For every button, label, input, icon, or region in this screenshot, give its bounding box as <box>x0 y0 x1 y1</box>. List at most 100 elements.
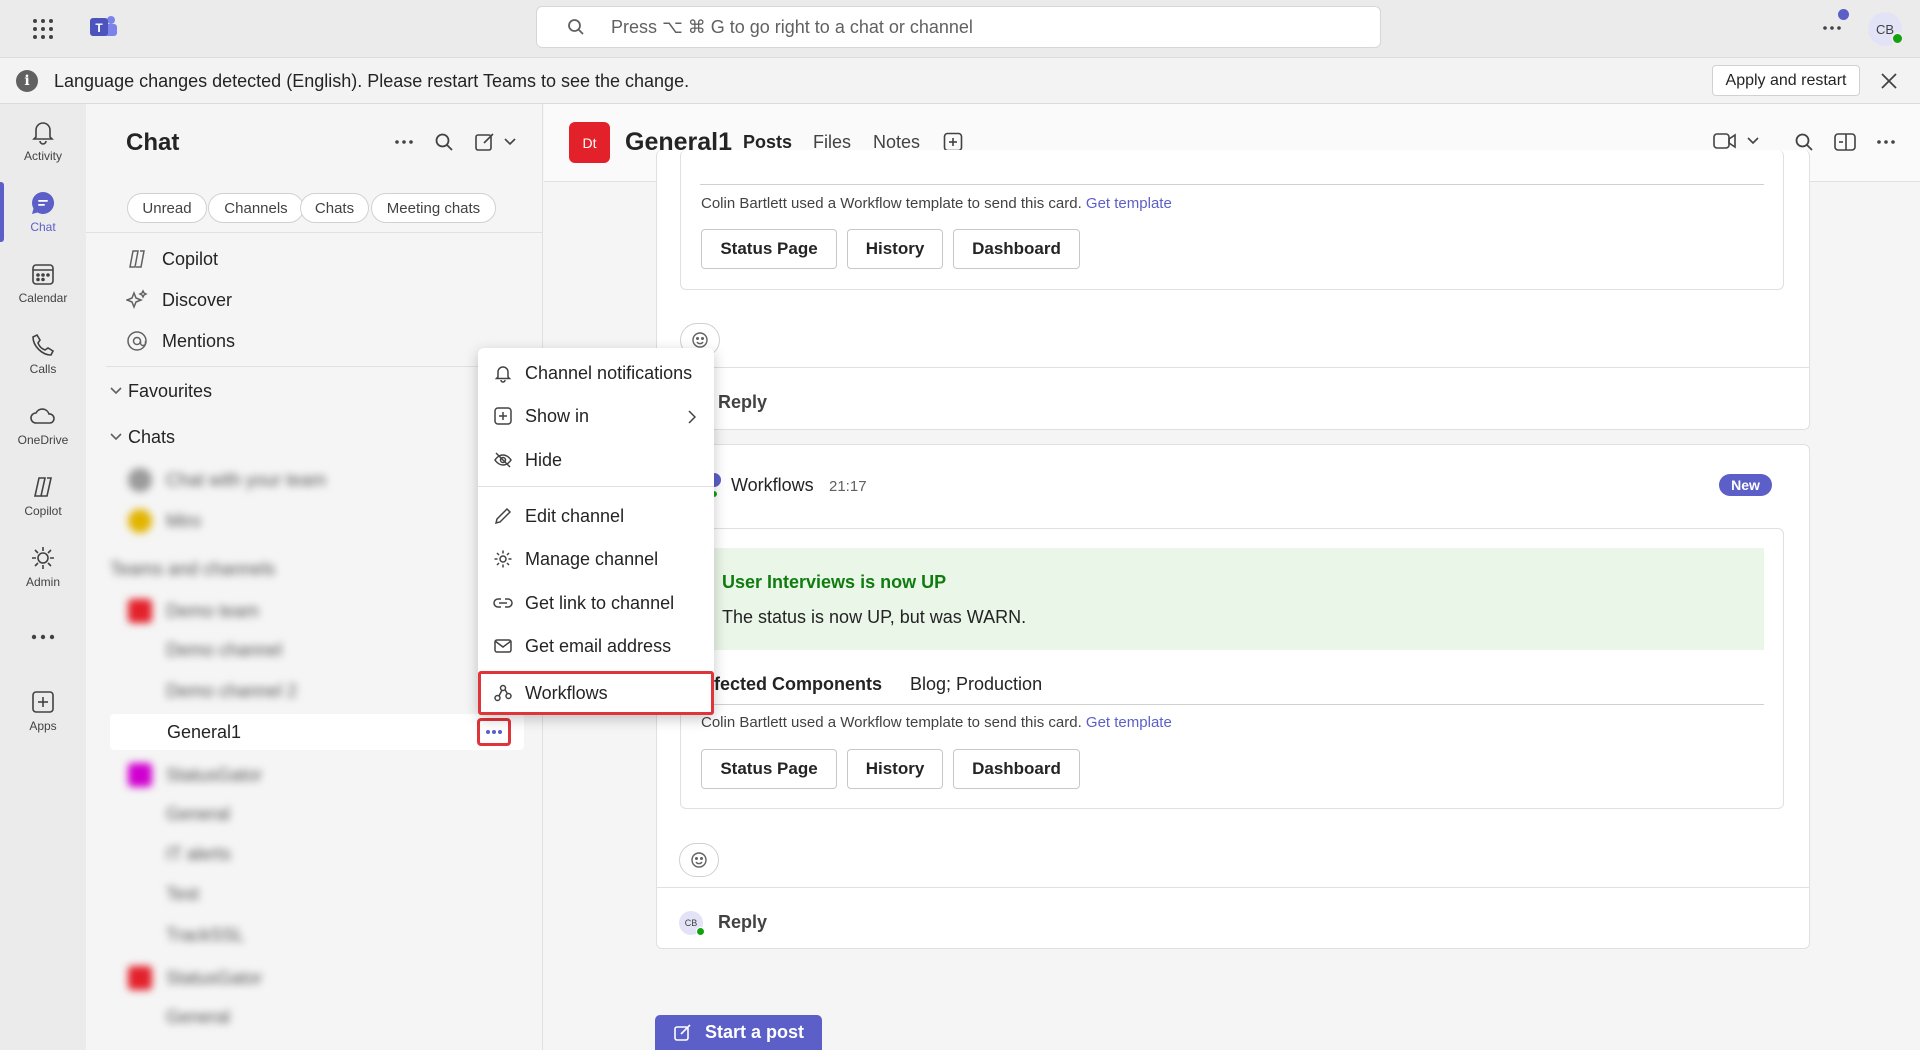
cloud-icon <box>29 403 57 429</box>
divider <box>86 232 543 233</box>
teams-logo-icon: T <box>88 14 118 42</box>
phone-icon <box>30 332 56 358</box>
pencil-icon <box>493 506 513 526</box>
mail-icon <box>493 636 513 656</box>
channel-item[interactable]: TrackSSL <box>166 917 244 953</box>
chat-item[interactable]: Chat with your team <box>128 462 326 498</box>
history-button[interactable]: History <box>847 229 943 269</box>
rail-item-activity[interactable]: Activity <box>0 110 86 172</box>
menu-item-hide[interactable]: Hide <box>478 440 714 480</box>
filter-unread[interactable]: Unread <box>127 193 207 223</box>
channel-search-icon[interactable] <box>1794 132 1814 152</box>
more-apps-icon[interactable] <box>31 634 55 640</box>
app-rail: Activity Chat Calendar Calls OneDrive Co… <box>0 104 86 1050</box>
svg-text:T: T <box>95 21 103 35</box>
more-options-icon[interactable] <box>1822 18 1842 38</box>
chevron-down-icon <box>1747 137 1759 145</box>
video-camera-icon <box>1713 132 1737 150</box>
start-post-button[interactable]: Start a post <box>655 1015 822 1050</box>
channel-item[interactable]: General <box>166 796 230 832</box>
section-teams[interactable]: Teams and channels <box>110 551 275 587</box>
channel-item[interactable]: Test <box>166 876 199 912</box>
team-item[interactable]: StatusGator <box>128 960 262 996</box>
at-icon <box>126 330 148 352</box>
get-template-link[interactable]: Get template <box>1086 714 1172 731</box>
rail-item-onedrive[interactable]: OneDrive <box>0 394 86 456</box>
chat-item[interactable]: Miro <box>128 503 201 539</box>
copilot-icon <box>30 474 56 500</box>
chat-more-icon[interactable] <box>394 134 414 150</box>
menu-item-edit-channel[interactable]: Edit channel <box>478 496 714 536</box>
channel-item[interactable]: IT alerts <box>166 836 231 872</box>
plus-square-icon <box>493 406 513 426</box>
get-template-link[interactable]: Get template <box>1086 195 1172 212</box>
section-chats[interactable]: Chats <box>110 419 175 455</box>
menu-item-channel-notifications[interactable]: Channel notifications <box>478 353 714 393</box>
meet-button[interactable] <box>1713 132 1759 150</box>
team-item[interactable]: StatusGator <box>128 757 262 793</box>
channel-item[interactable]: General <box>166 999 230 1035</box>
link-icon <box>493 593 513 613</box>
add-reaction-button[interactable] <box>679 843 719 877</box>
section-favourites[interactable]: Favourites <box>110 373 212 409</box>
presence-available-icon <box>696 927 705 936</box>
rail-item-copilot[interactable]: Copilot <box>0 465 86 527</box>
filter-meeting-chats[interactable]: Meeting chats <box>371 193 496 223</box>
app-launcher-icon[interactable] <box>32 18 54 40</box>
filter-chats[interactable]: Chats <box>300 193 369 223</box>
sparkle-icon <box>126 289 148 311</box>
rail-item-calls[interactable]: Calls <box>0 323 86 385</box>
post-time: 21:17 <box>829 478 867 495</box>
add-tab-icon[interactable] <box>943 132 963 152</box>
compose-icon <box>673 1023 693 1043</box>
menu-separator <box>478 486 714 487</box>
nav-mentions[interactable]: Mentions <box>126 323 235 359</box>
reply-link[interactable]: Reply <box>718 392 767 413</box>
chat-search-icon[interactable] <box>434 132 454 152</box>
menu-item-get-link[interactable]: Get link to channel <box>478 583 714 623</box>
apply-and-restart-button[interactable]: Apply and restart <box>1712 65 1860 96</box>
menu-item-workflows[interactable]: Workflows <box>478 671 714 715</box>
new-badge: New <box>1719 474 1772 496</box>
channel-item[interactable]: Demo channel 2 <box>166 673 297 709</box>
status-page-button[interactable]: Status Page <box>701 749 837 789</box>
search-box[interactable]: Press ⌥ ⌘ G to go right to a chat or cha… <box>536 6 1381 48</box>
rail-item-chat[interactable]: Chat <box>0 181 86 243</box>
status-page-button[interactable]: Status Page <box>701 229 837 269</box>
rail-item-calendar[interactable]: Calendar <box>0 252 86 314</box>
channel-item-general1[interactable]: General1 <box>167 714 241 750</box>
history-button[interactable]: History <box>847 749 943 789</box>
gear-icon <box>493 549 513 569</box>
menu-item-get-email[interactable]: Get email address <box>478 626 714 666</box>
emoji-icon <box>690 851 708 869</box>
close-icon[interactable] <box>1880 72 1898 90</box>
search-icon <box>567 18 585 36</box>
rail-item-admin[interactable]: Admin <box>0 536 86 598</box>
team-item[interactable]: Demo team <box>128 593 259 629</box>
divider <box>700 184 1764 185</box>
nav-discover[interactable]: Discover <box>126 282 232 318</box>
more-options-icon <box>485 729 503 735</box>
channel-more-icon[interactable] <box>1876 134 1896 150</box>
new-chat-button[interactable] <box>474 131 516 153</box>
reply-link[interactable]: Reply <box>718 912 767 933</box>
channel-item[interactable]: Demo channel <box>166 632 282 668</box>
rail-item-apps[interactable]: Apps <box>0 680 86 742</box>
status-banner <box>700 548 1764 650</box>
compose-icon <box>474 131 496 153</box>
channel-more-options-button[interactable] <box>477 718 511 746</box>
presence-available-icon <box>1891 32 1904 45</box>
chevron-down-icon <box>110 387 122 395</box>
divider <box>714 704 1764 705</box>
admin-icon <box>30 545 56 571</box>
affected-components-label: fected Components <box>714 674 883 694</box>
open-panel-icon[interactable] <box>1834 132 1856 152</box>
menu-item-show-in[interactable]: Show in <box>478 396 714 436</box>
dashboard-button[interactable]: Dashboard <box>953 749 1080 789</box>
chevron-down-icon <box>110 433 122 441</box>
post-author[interactable]: Workflows <box>731 475 814 496</box>
nav-copilot[interactable]: Copilot <box>126 241 218 277</box>
dashboard-button[interactable]: Dashboard <box>953 229 1080 269</box>
filter-channels[interactable]: Channels <box>208 193 304 223</box>
menu-item-manage-channel[interactable]: Manage channel <box>478 539 714 579</box>
